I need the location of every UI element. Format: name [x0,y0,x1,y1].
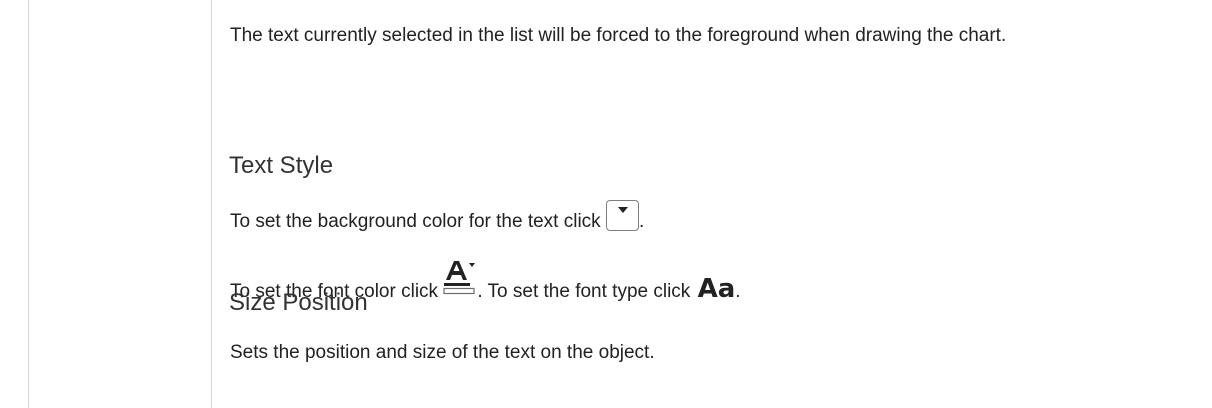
font-type-text: . To set the font type click [477,281,691,302]
size-position-description: Sets the position and size of the text o… [230,342,655,363]
property-description-column: The text currently selected in the list … [212,0,1212,408]
help-table: The text currently selected in the list … [0,0,1212,408]
foreground-text-description: The text currently selected in the list … [230,25,1007,46]
background-color-dropdown-icon [605,200,639,231]
period: . [638,211,645,232]
dropdown-arrow-icon [617,207,628,213]
text-style-heading: Text Style [229,152,334,179]
period: . [735,281,741,302]
background-color-instruction: To set the background color for the text… [230,200,644,234]
property-name-column [28,0,212,408]
background-color-text: To set the background color for the text… [230,211,601,232]
font-color-icon [443,259,477,297]
size-position-heading: Size Position [229,289,368,316]
font-type-icon: Aa [697,274,736,304]
